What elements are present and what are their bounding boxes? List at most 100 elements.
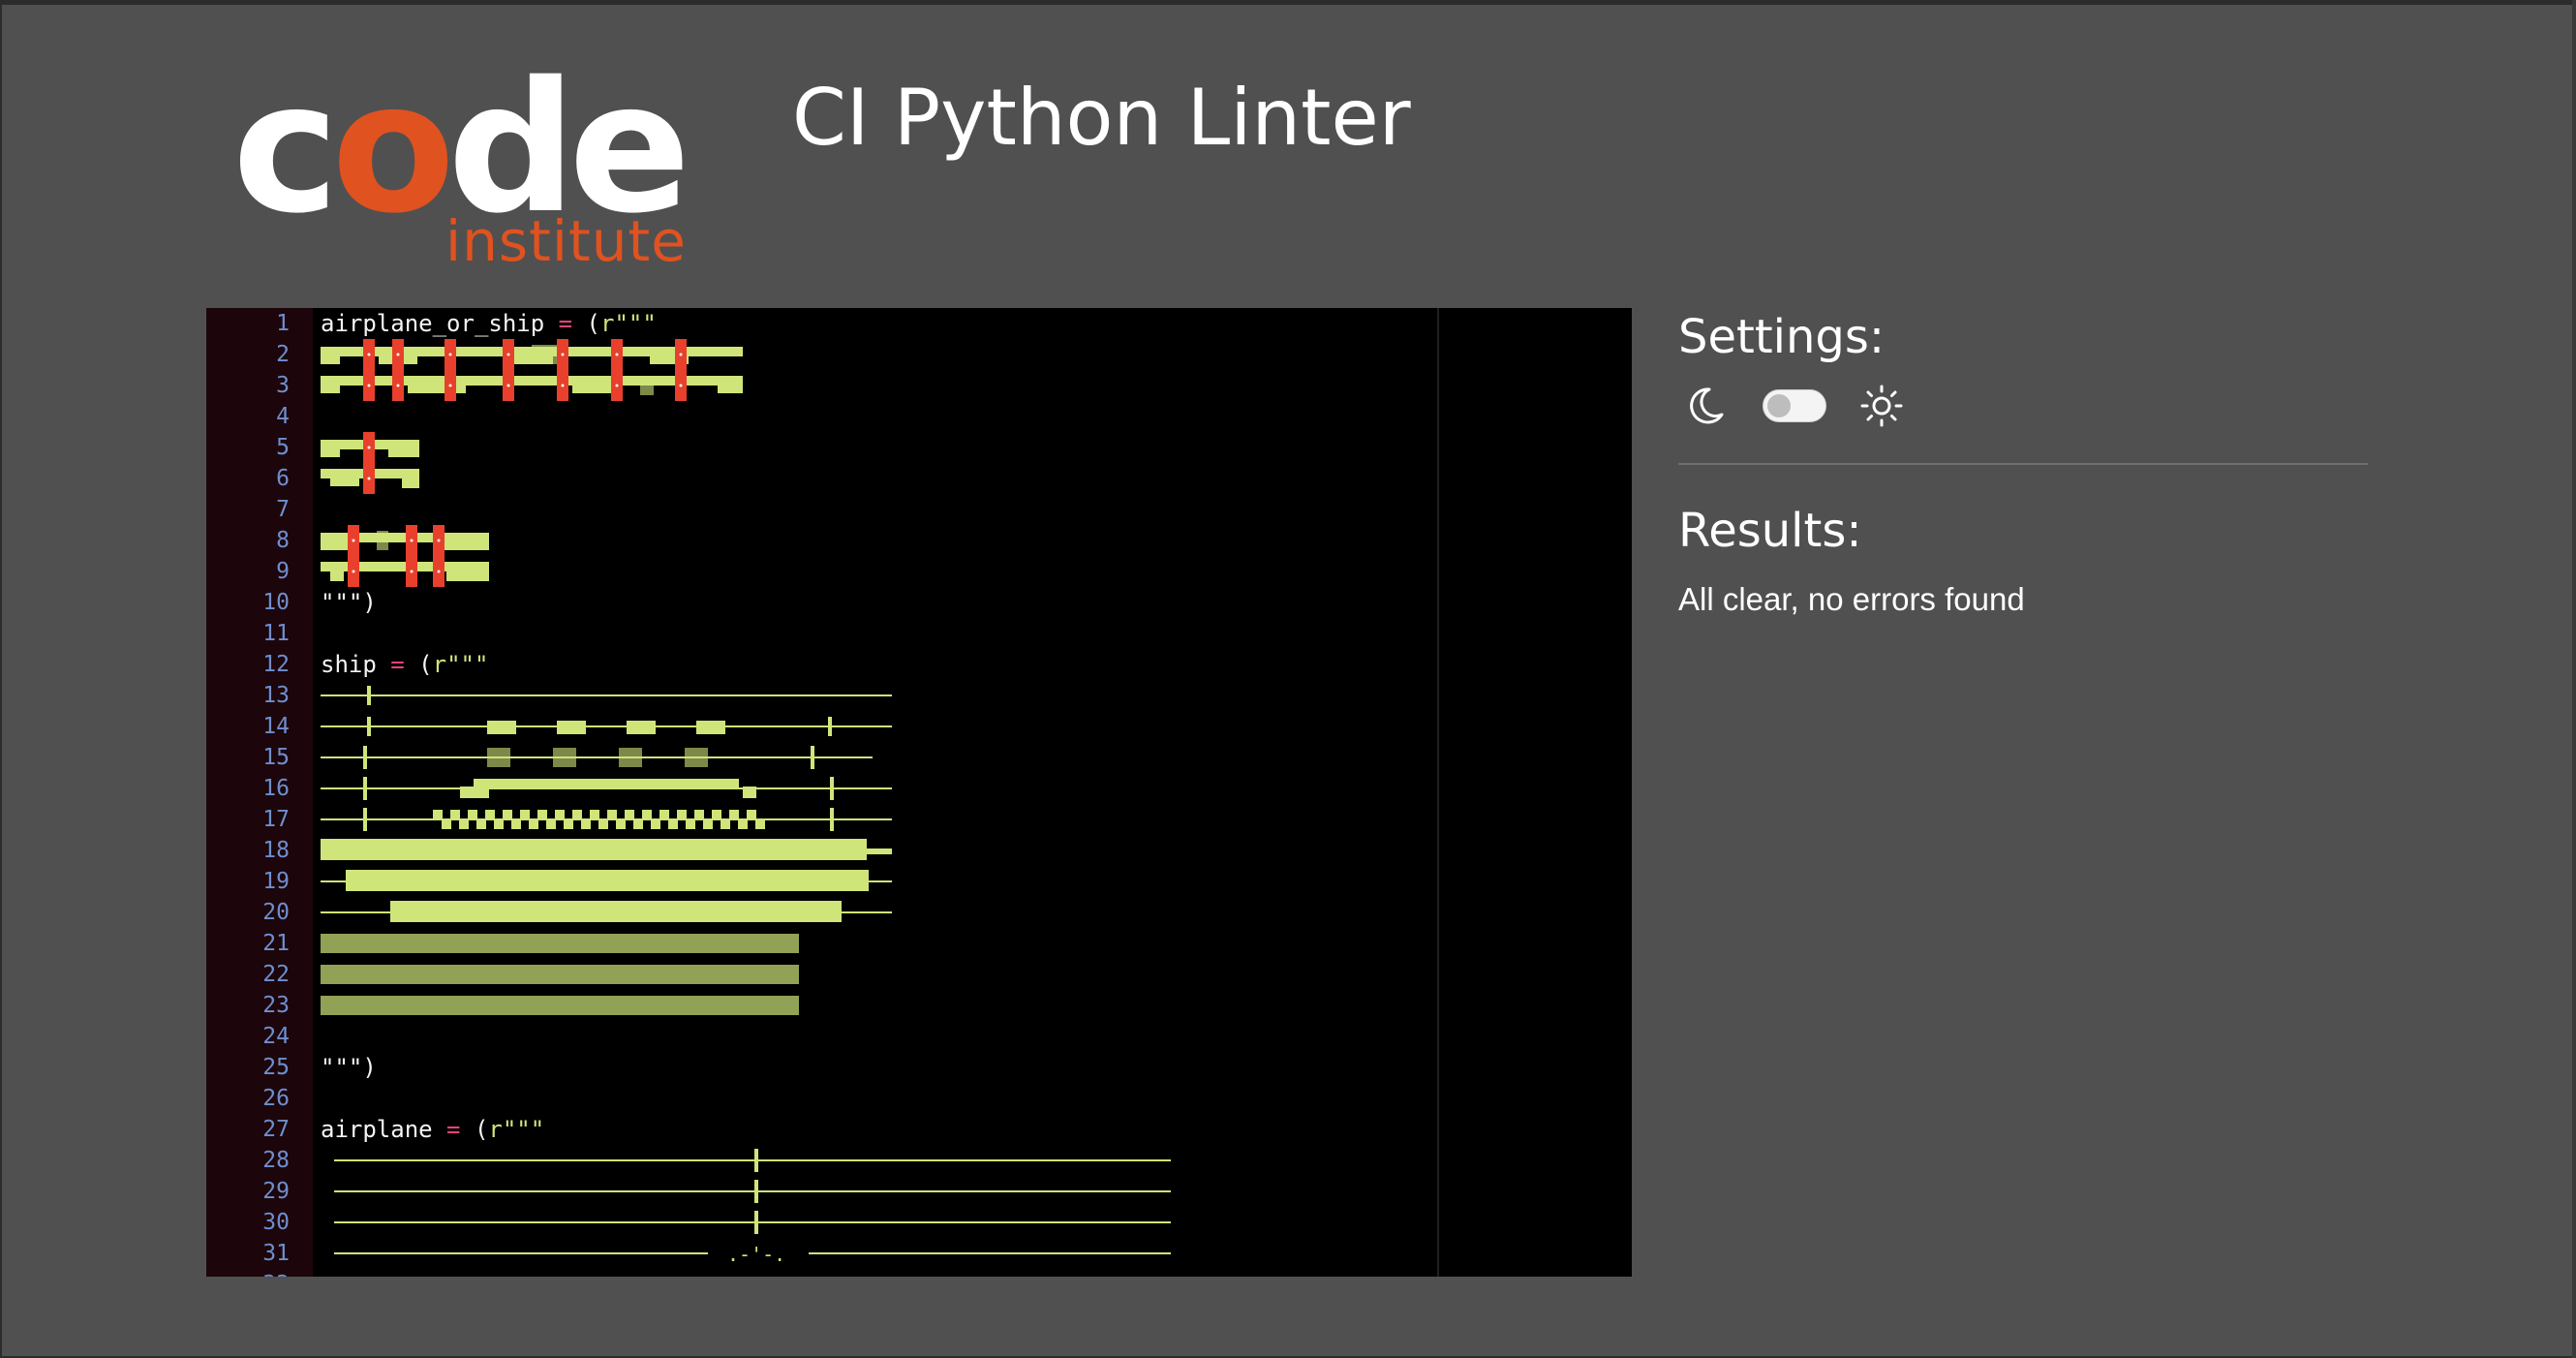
code-line: 8 xyxy=(206,525,1632,556)
code-line: 10 """) xyxy=(206,587,1632,618)
line-number: 4 xyxy=(276,404,290,429)
logo-o: o xyxy=(331,43,455,253)
code-line: 5 xyxy=(206,432,1632,463)
code-line: 6 xyxy=(206,463,1632,494)
line-number: 13 xyxy=(262,683,290,708)
variable-name: airplane xyxy=(321,1116,433,1143)
paren: ( xyxy=(418,651,433,678)
line-number: 7 xyxy=(276,497,290,522)
line-number: 20 xyxy=(262,900,290,925)
code-line: 16 xyxy=(206,773,1632,804)
line-number: 3 xyxy=(276,373,290,398)
code-editor[interactable]: 1 airplane_or_ship = (r""" 2 3 4 5 6 7 8 9 10 """) 1… xyxy=(206,308,1632,1277)
toggle-knob xyxy=(1767,394,1791,417)
code-line: 11 xyxy=(206,618,1632,649)
line-number: 14 xyxy=(262,714,290,739)
line-number: 11 xyxy=(262,621,290,646)
line-number: 24 xyxy=(262,1024,290,1049)
line-number: 2 xyxy=(276,342,290,367)
string-prefix: r xyxy=(600,310,615,337)
code-line: 12 ship = (r""" xyxy=(206,649,1632,680)
theme-toggle-switch[interactable] xyxy=(1763,389,1826,422)
ascii-art-row: .-'-. xyxy=(334,1243,1171,1266)
ascii-art-row xyxy=(321,686,892,705)
sun-icon[interactable] xyxy=(1859,384,1904,428)
results-message: All clear, no errors found xyxy=(1678,581,2025,617)
line-number: 25 xyxy=(262,1055,290,1080)
code-text: airplane = (r""" xyxy=(321,1114,544,1145)
editor-column-ruler xyxy=(1437,308,1439,1277)
code-line: 13 xyxy=(206,680,1632,711)
line-number: 5 xyxy=(276,435,290,460)
string-prefix: r xyxy=(432,651,447,678)
code-text: ship = (r""" xyxy=(321,649,488,680)
ascii-art-row xyxy=(334,1180,1171,1203)
paren: ( xyxy=(474,1116,489,1143)
line-number: 30 xyxy=(262,1210,290,1235)
operator: = xyxy=(558,310,573,337)
code-line: 9 xyxy=(206,556,1632,587)
line-number: 22 xyxy=(262,962,290,987)
code-line: 22 xyxy=(206,959,1632,990)
code-line: 24 xyxy=(206,1021,1632,1052)
line-number: 10 xyxy=(262,590,290,615)
logo-subtitle: institute xyxy=(445,208,687,274)
code-line: 30 xyxy=(206,1207,1632,1238)
code-lines: 1 airplane_or_ship = (r""" 2 3 4 5 6 7 8 9 10 """) 1… xyxy=(206,308,1632,1277)
code-line: 20 xyxy=(206,897,1632,928)
code-line: 17 xyxy=(206,804,1632,835)
code-line: 4 xyxy=(206,401,1632,432)
page-title: CI Python Linter xyxy=(792,73,1411,163)
ascii-art-row xyxy=(321,839,892,860)
line-number: 18 xyxy=(262,838,290,863)
code-line: 3 xyxy=(206,370,1632,401)
ascii-art-row xyxy=(321,901,892,922)
settings-heading: Settings: xyxy=(1678,310,1886,364)
line-number: 8 xyxy=(276,528,290,553)
code-line: 27 airplane = (r""" xyxy=(206,1114,1632,1145)
ascii-art-row xyxy=(321,1269,1579,1277)
code-line: 2 xyxy=(206,339,1632,370)
settings-divider xyxy=(1678,463,2368,465)
line-number: 21 xyxy=(262,931,290,956)
ascii-art-row xyxy=(321,339,743,370)
code-line: 28 xyxy=(206,1145,1632,1176)
line-number: 32 xyxy=(206,1269,290,1277)
line-number: 9 xyxy=(276,559,290,584)
line-number: 26 xyxy=(262,1086,290,1111)
moon-icon[interactable] xyxy=(1683,384,1728,428)
line-number: 15 xyxy=(262,745,290,770)
ascii-art-row xyxy=(321,870,892,891)
code-line: 7 xyxy=(206,494,1632,525)
code-line: 31 .-'-. xyxy=(206,1238,1632,1269)
code-line: 14 xyxy=(206,711,1632,742)
line-number: 12 xyxy=(262,652,290,677)
variable-name: ship xyxy=(321,651,377,678)
ascii-art-row xyxy=(321,996,799,1015)
line-number: 6 xyxy=(276,466,290,491)
ascii-art-row xyxy=(334,1149,1171,1172)
code-text: airplane_or_ship = (r""" xyxy=(321,308,657,339)
ascii-art-row xyxy=(321,525,489,556)
line-number: 28 xyxy=(262,1148,290,1173)
ascii-art-row xyxy=(321,717,892,736)
line-number: 19 xyxy=(262,869,290,894)
code-line: 18 xyxy=(206,835,1632,866)
line-number: 1 xyxy=(276,311,290,336)
ascii-art-row xyxy=(321,432,419,463)
code-line: 32 xyxy=(206,1269,1632,1277)
line-number: 17 xyxy=(262,807,290,832)
ascii-art-row xyxy=(321,370,743,401)
string-prefix: r xyxy=(488,1116,503,1143)
code-line: 25 """) xyxy=(206,1052,1632,1083)
ascii-art-row xyxy=(321,777,892,800)
logo-c: c xyxy=(232,43,339,253)
line-number: 23 xyxy=(262,993,290,1018)
code-line: 19 xyxy=(206,866,1632,897)
operator: = xyxy=(390,651,405,678)
string-close: """) xyxy=(321,1054,377,1081)
line-number: 31 xyxy=(262,1241,290,1266)
operator: = xyxy=(446,1116,461,1143)
code-line: 26 xyxy=(206,1083,1632,1114)
code-line: 23 xyxy=(206,990,1632,1021)
